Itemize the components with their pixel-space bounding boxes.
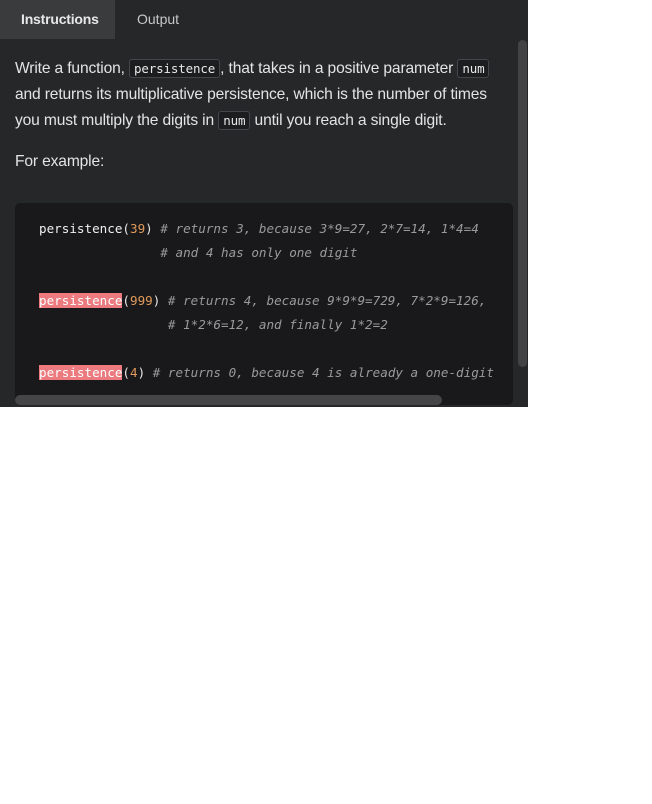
tab-instructions[interactable]: Instructions: [0, 0, 115, 39]
function-name-error-highlight: persistence: [39, 293, 123, 308]
instructions-panel: Instructions Output Write a function, pe…: [0, 0, 528, 407]
code-line: persistence(4) # returns 0, because 4 is…: [39, 361, 494, 385]
code-line: persistence(39) # returns 3, because 3*9…: [39, 217, 494, 241]
code-lines: persistence(39) # returns 3, because 3*9…: [39, 217, 494, 385]
inline-code-persistence: persistence: [129, 59, 221, 78]
code-line: persistence(999) # returns 4, because 9*…: [39, 289, 494, 313]
function-name: persistence: [39, 221, 123, 236]
open-paren: (: [122, 293, 130, 308]
instructions-text: Write a function, persistence, that take…: [15, 56, 510, 134]
inline-code-num: num: [457, 59, 490, 78]
code-example-block: persistence(39) # returns 3, because 3*9…: [15, 203, 513, 405]
text-segment: Write a function,: [15, 60, 130, 77]
open-paren: (: [122, 365, 130, 380]
numeric-argument: 4: [130, 365, 138, 380]
open-paren: (: [122, 221, 130, 236]
close-paren: ): [145, 221, 153, 236]
function-name-error-highlight: persistence: [39, 365, 123, 380]
horizontal-scrollbar[interactable]: [15, 395, 442, 405]
tab-output[interactable]: Output: [115, 0, 201, 39]
description-paragraph: Write a function, persistence, that take…: [15, 56, 510, 134]
code-line: # 1*2*6=12, and finally 1*2=2: [39, 313, 494, 337]
code-line: # and 4 has only one digit: [39, 241, 494, 265]
vertical-scrollbar[interactable]: [518, 40, 527, 367]
for-example-label: For example:: [15, 153, 105, 170]
tab-bar: Instructions Output: [0, 0, 528, 39]
code-comment: # 1*2*6=12, and finally 1*2=2: [167, 317, 388, 332]
text-segment: until you reach a single digit.: [250, 112, 447, 129]
code-comment: # and 4 has only one digit: [160, 245, 358, 260]
numeric-argument: 39: [130, 221, 146, 236]
code-comment: # returns 4, because 9*9*9=729, 7*2*9=12…: [160, 293, 487, 308]
text-segment: , that takes in a positive parameter: [220, 60, 458, 77]
code-comment: # returns 3, because 3*9=27, 2*7=14, 1*4…: [152, 221, 479, 236]
inline-code-num: num: [218, 111, 251, 130]
numeric-argument: 999: [130, 293, 153, 308]
code-comment: # returns 0, because 4 is already a one-…: [145, 365, 494, 380]
